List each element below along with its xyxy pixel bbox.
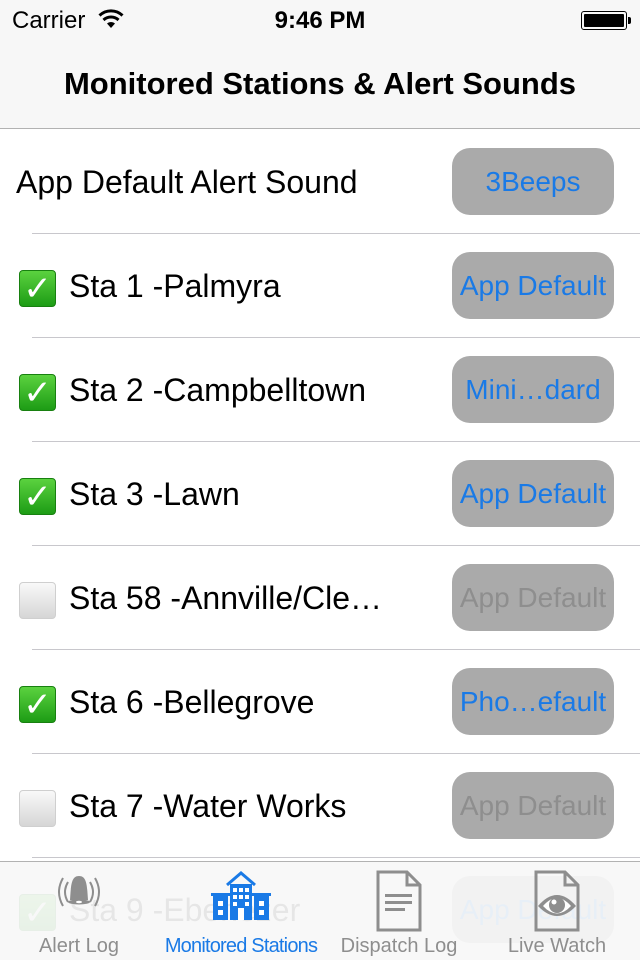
station-row: Sta 2 -Campbelltown Mini…dard [0,338,640,442]
page-title: Monitored Stations & Alert Sounds [63,66,577,101]
unchecked-checkbox-icon[interactable] [19,790,56,827]
station-row: Sta 6 -Bellegrove Pho…efault [0,650,640,754]
tab-label: Monitored Stations [164,935,318,957]
bell-icon [58,876,100,907]
station-sound-button[interactable]: App Default [452,564,614,631]
eye-document-icon [534,870,580,932]
clock: 9:46 PM [274,7,366,34]
station-row: Sta 7 -Water Works App Default [0,754,640,858]
tab-alert-log[interactable]: Alert Log [0,862,158,960]
station-label: Sta 7 -Water Works [69,788,347,824]
station-row: Sta 58 -Annville/Cle… App Default [0,546,640,650]
station-sound-button[interactable]: Mini…dard [452,356,614,423]
station-label: Sta 3 -Lawn [69,476,240,512]
station-sound-button[interactable]: App Default [452,252,614,319]
station-label: Sta 1 -Palmyra [69,268,281,304]
default-sound-label: App Default Alert Sound [16,164,358,200]
tab-bar: Alert Log Monitored Stations Dispatch Lo… [0,861,640,960]
station-sound-button[interactable]: Pho…efault [452,668,614,735]
checked-checkbox-icon[interactable] [19,477,56,517]
battery-icon [581,11,627,30]
tab-monitored-stations[interactable]: Monitored Stations [158,862,324,960]
status-bar: Carrier 9:46 PM [0,0,640,40]
tab-dispatch-log[interactable]: Dispatch Log [324,862,474,960]
default-sound-button[interactable]: 3Beeps [452,148,614,215]
checked-checkbox-icon[interactable] [19,373,56,413]
station-row: Sta 3 -Lawn App Default [0,442,640,546]
battery-tip [628,17,631,24]
station-label: Sta 58 -Annville/Cle… [69,580,383,616]
default-sound-row: App Default Alert Sound 3Beeps [0,130,640,234]
top-bar: Carrier 9:46 PM Monitored Stations & Ale… [0,0,640,129]
stations-list: App Default Alert Sound 3Beeps Sta 1 -Pa… [0,130,640,960]
checked-checkbox-icon[interactable] [19,269,56,309]
building-icon [211,871,271,920]
unchecked-checkbox-icon[interactable] [19,582,56,619]
document-icon [376,870,422,932]
tab-label: Alert Log [38,935,120,957]
station-row: Sta 1 -Palmyra App Default [0,234,640,338]
checked-checkbox-icon[interactable] [19,685,56,725]
tab-label: Dispatch Log [340,935,458,957]
station-sound-button[interactable]: App Default [452,772,614,839]
station-label: Sta 2 -Campbelltown [69,372,367,408]
tab-label: Live Watch [507,935,607,957]
station-sound-button[interactable]: App Default [452,460,614,527]
tab-live-watch[interactable]: Live Watch [474,862,640,960]
station-label: Sta 6 -Bellegrove [69,684,315,720]
